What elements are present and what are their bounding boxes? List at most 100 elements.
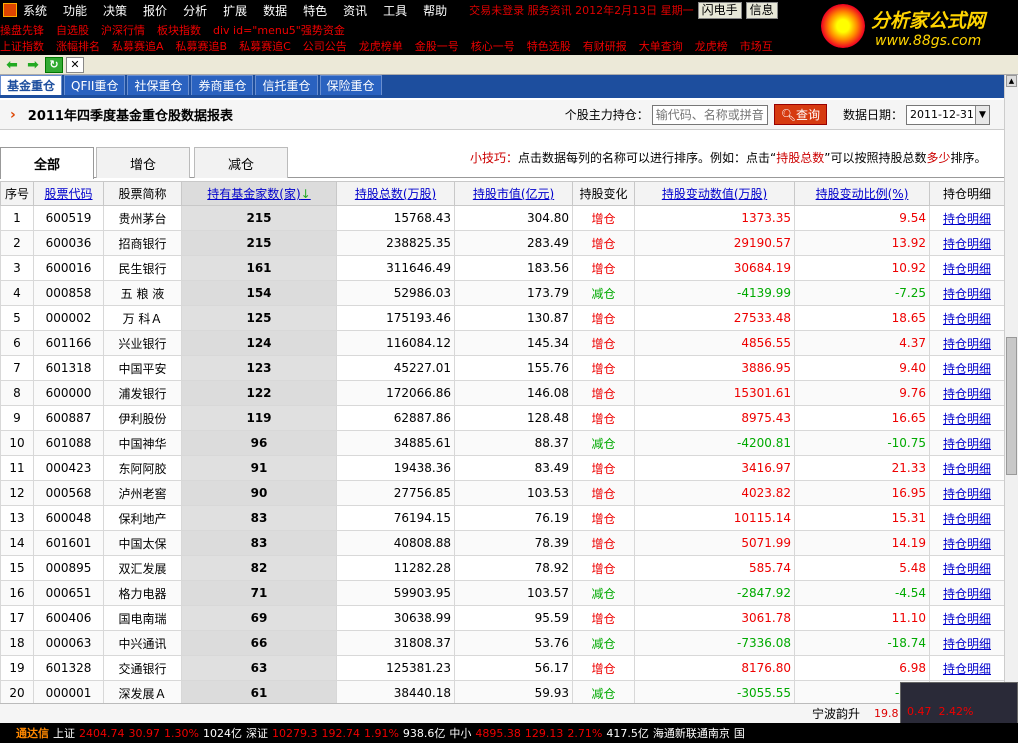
quick-link[interactable]: 有财研报 (583, 40, 627, 53)
date-select[interactable]: 2011-12-31 ▼ (906, 104, 990, 125)
detail-link[interactable]: 持仓明细 (929, 630, 1004, 656)
quick-link[interactable]: 龙虎榜单 (359, 40, 403, 53)
total-shares: 31808.37 (336, 630, 455, 656)
quick-link[interactable]: 操盘先锋 (0, 24, 44, 37)
holding-change: 减仓 (572, 630, 635, 656)
market-value: 95.59 (454, 605, 573, 631)
stock-name: 浦发银行 (103, 380, 182, 406)
column-header[interactable]: 持股市值(亿元) (454, 181, 573, 206)
vertical-scrollbar[interactable]: ▲ ▼ (1004, 75, 1018, 703)
back-arrow-icon[interactable]: ⬅ (3, 57, 21, 73)
column-header: 股票简称 (103, 181, 182, 206)
stock-name: 兴业银行 (103, 330, 182, 356)
column-header[interactable]: 持股总数(万股) (336, 181, 455, 206)
holding-change: 增仓 (572, 230, 635, 256)
nav-toolbar: ⬅ ➡ ↻ ✕ (0, 55, 1018, 75)
stock-code: 000858 (33, 280, 104, 306)
menu-item[interactable]: 资讯 (343, 2, 367, 19)
detail-link[interactable]: 持仓明细 (929, 405, 1004, 431)
quick-link[interactable]: 金股一号 (415, 40, 459, 53)
menu-item[interactable]: 数据 (263, 2, 287, 19)
detail-link[interactable]: 持仓明细 (929, 255, 1004, 281)
detail-link[interactable]: 持仓明细 (929, 280, 1004, 306)
menu-item[interactable]: 扩展 (223, 2, 247, 19)
app-logo-icon (3, 3, 17, 17)
detail-link[interactable]: 持仓明细 (929, 655, 1004, 681)
scroll-thumb[interactable] (1006, 337, 1017, 475)
stock-name: 五 粮 液 (103, 280, 182, 306)
quick-link[interactable]: 特色选股 (527, 40, 571, 53)
category-tab[interactable]: 信托重仓 (255, 75, 318, 95)
column-header[interactable]: 股票代码 (33, 181, 104, 206)
detail-link[interactable]: 持仓明细 (929, 455, 1004, 481)
category-tab[interactable]: 基金重仓 (0, 75, 63, 95)
tab-decrease[interactable]: 减仓 (194, 147, 288, 178)
change-ratio: 13.92 (794, 230, 930, 256)
table-header: 序号 股票代码 股票简称 持有基金家数(家)↓ 持股总数(万股) 持股市值(亿元) 持股变化… (0, 181, 1004, 206)
tab-increase[interactable]: 增仓 (96, 147, 190, 178)
column-header[interactable]: 持股变动数值(万股) (634, 181, 795, 206)
menu-item[interactable]: 功能 (63, 2, 87, 19)
tip-text2: ”可以按照持股总数 (824, 151, 927, 165)
detail-link[interactable]: 持仓明细 (929, 555, 1004, 581)
query-button[interactable]: 🔍︎ 查询 (773, 104, 827, 125)
detail-link[interactable]: 持仓明细 (929, 480, 1004, 506)
tip-text1: 点击数据每列的名称可以进行排序。例如：点击“ (518, 151, 777, 165)
category-tab[interactable]: 社保重仓 (127, 75, 190, 95)
menu-button[interactable]: 信息 (745, 1, 778, 19)
menu-item[interactable]: 系统 (23, 2, 47, 19)
market-value: 59.93 (454, 680, 573, 703)
refresh-icon[interactable]: ↻ (45, 56, 63, 73)
detail-link[interactable]: 持仓明细 (929, 380, 1004, 406)
detail-link[interactable]: 持仓明细 (929, 605, 1004, 631)
quick-link[interactable]: 私募赛追B (176, 40, 228, 53)
quick-link[interactable]: 自选股 (56, 24, 89, 37)
category-tab[interactable]: QFII重仓 (64, 75, 126, 95)
brand-title: 分析家公式网 (871, 10, 986, 32)
quick-link[interactable]: 私募赛追C (239, 40, 291, 53)
detail-link[interactable]: 持仓明细 (929, 355, 1004, 381)
detail-link[interactable]: 持仓明细 (929, 580, 1004, 606)
category-tab[interactable]: 保险重仓 (319, 75, 382, 95)
menu-button[interactable]: 闪电手 (697, 1, 742, 19)
menu-item[interactable]: 报价 (143, 2, 167, 19)
market-value: 56.17 (454, 655, 573, 681)
menu-item[interactable]: 工具 (383, 2, 407, 19)
category-tab[interactable]: 券商重仓 (191, 75, 254, 95)
menu-item[interactable]: 特色 (303, 2, 327, 19)
change-ratio: 9.76 (794, 380, 930, 406)
detail-link[interactable]: 持仓明细 (929, 505, 1004, 531)
quick-link[interactable]: 沪深行情 (101, 24, 145, 37)
table-row: 20000001深发展Ａ6138440.1859.93减仓-3055.55-7.… (0, 680, 1004, 703)
detail-link[interactable]: 持仓明细 (929, 230, 1004, 256)
quick-link[interactable]: div id="menu5"强势资金 (213, 24, 345, 37)
total-shares: 62887.86 (336, 405, 455, 431)
detail-link[interactable]: 持仓明细 (929, 430, 1004, 456)
scroll-up-icon[interactable]: ▲ (1006, 75, 1017, 87)
quick-link[interactable]: 涨幅排名 (56, 40, 100, 53)
detail-link[interactable]: 持仓明细 (929, 305, 1004, 331)
quick-link[interactable]: 板块指数 (157, 24, 201, 37)
quick-link[interactable]: 市场互 (740, 40, 773, 53)
total-shares: 116084.12 (336, 330, 455, 356)
quick-link[interactable]: 上证指数 (0, 40, 44, 53)
ticker-item: 938.6亿 (402, 727, 446, 740)
table-row: 19 601328 交通银行 63 125381.23 56.17 增仓 8176.80 6.9… (0, 655, 1004, 681)
column-header[interactable]: 持股变动比例(%) (794, 181, 930, 206)
stock-search-input[interactable] (651, 104, 768, 125)
column-header[interactable]: 持有基金家数(家)↓ (181, 181, 337, 206)
quick-link[interactable]: 核心一号 (471, 40, 515, 53)
menu-item[interactable]: 分析 (183, 2, 207, 19)
detail-link[interactable]: 持仓明细 (929, 205, 1004, 231)
detail-link[interactable]: 持仓明细 (929, 530, 1004, 556)
detail-link[interactable]: 持仓明细 (929, 330, 1004, 356)
quick-link[interactable]: 大单查询 (639, 40, 683, 53)
quick-link[interactable]: 私募赛追A (112, 40, 164, 53)
quick-link[interactable]: 龙虎榜 (695, 40, 728, 53)
tab-all[interactable]: 全部 (0, 147, 94, 179)
close-icon[interactable]: ✕ (66, 56, 84, 73)
menu-item[interactable]: 决策 (103, 2, 127, 19)
menu-item[interactable]: 帮助 (423, 2, 447, 19)
quick-link[interactable]: 公司公告 (303, 40, 347, 53)
forward-arrow-icon[interactable]: ➡ (24, 57, 42, 73)
